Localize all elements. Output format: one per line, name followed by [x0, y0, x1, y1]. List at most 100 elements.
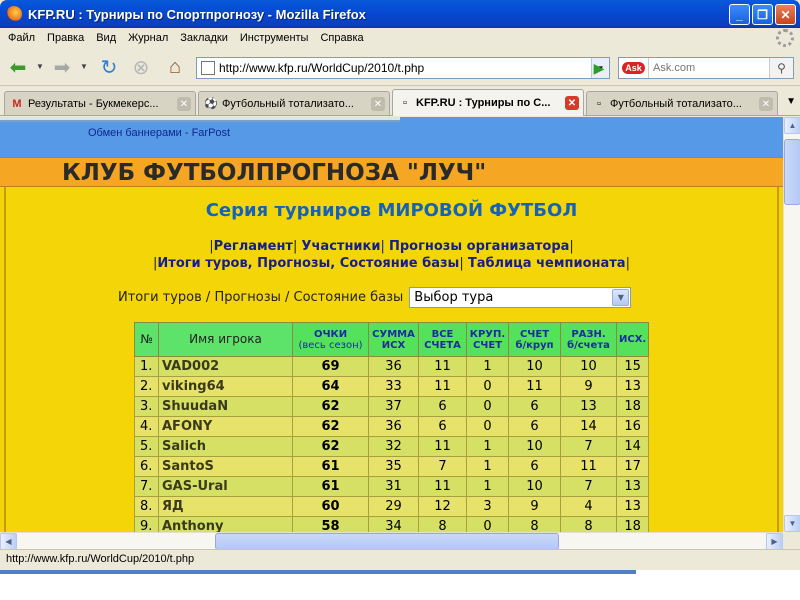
menu-tools[interactable]: Инструменты	[234, 32, 315, 44]
link-regulations[interactable]: Регламент	[214, 239, 293, 254]
tab-football-totalizator-1[interactable]: ⚽ Футбольный тотализато... ✕	[198, 91, 390, 115]
cell-score: 6	[508, 416, 561, 437]
menu-view[interactable]: Вид	[90, 32, 122, 44]
link-championship-table[interactable]: Таблица чемпионата	[468, 256, 626, 271]
horizontal-scroll-thumb[interactable]	[215, 533, 559, 550]
table-row: 8. ЯД 60 29 12 3 9 4 13	[134, 496, 650, 517]
scroll-down-icon[interactable]: ▼	[784, 515, 800, 532]
cell-big: 1	[466, 476, 509, 497]
cell-out: 13	[615, 376, 650, 397]
tab-close-icon[interactable]: ✕	[759, 97, 773, 111]
search-icon[interactable]: ⚲	[769, 58, 793, 78]
horizontal-scrollbar[interactable]: ◀ ▶	[0, 532, 783, 550]
vertical-scrollbar[interactable]: ▲ ▼	[783, 117, 800, 532]
cell-sum: 31	[368, 476, 419, 497]
link-round-results[interactable]: Итоги туров, Прогнозы, Состояние базы	[157, 256, 459, 271]
menu-bar: Файл Правка Вид Журнал Закладки Инструме…	[0, 28, 800, 48]
tab-close-icon[interactable]: ✕	[371, 97, 385, 111]
vertical-scroll-thumb[interactable]	[784, 139, 800, 205]
tab-football-totalizator-2[interactable]: ▫ Футбольный тотализато... ✕	[586, 91, 778, 115]
page-nav-links: |Регламент| Участники| Прогнозы организа…	[153, 239, 630, 271]
forward-dropdown-icon[interactable]: ▼	[80, 62, 88, 71]
cell-sum: 34	[368, 516, 419, 532]
round-select-row: Итоги туров / Прогнозы / Состояние базы …	[118, 287, 632, 308]
tab-bar: M Результаты - Букмекерс... ✕ ⚽ Футбольн…	[0, 86, 800, 116]
cell-big: 0	[466, 376, 509, 397]
cell-out: 13	[615, 496, 650, 517]
tab-list-icon[interactable]: ▼	[786, 96, 796, 107]
tab-close-icon[interactable]: ✕	[177, 97, 191, 111]
table-row: 6. SantoS 61 35 7 1 6 11 17	[134, 456, 650, 477]
col-all-l2: СЧЕТА	[424, 339, 461, 351]
cell-name: Salich	[158, 436, 293, 457]
banner-exchange-link[interactable]: Обмен баннерами - FarPost	[88, 127, 230, 139]
col-score-l2: б/круп	[515, 339, 554, 351]
navigation-toolbar: ⬅ ▼ ➡ ▼ ↻ ⊗ ⌂ ▼ ▶ Ask ⚲	[0, 48, 800, 86]
scroll-up-icon[interactable]: ▲	[784, 117, 800, 134]
cell-big: 0	[466, 516, 509, 532]
menu-file[interactable]: Файл	[2, 32, 41, 44]
menu-edit[interactable]: Правка	[41, 32, 90, 44]
close-button[interactable]: ✕	[775, 4, 796, 25]
back-arrow-icon[interactable]: ⬅	[4, 54, 32, 80]
maximize-button[interactable]: ❐	[752, 4, 773, 25]
scroll-right-icon[interactable]: ▶	[766, 533, 783, 550]
menu-history[interactable]: Журнал	[122, 32, 174, 44]
scroll-left-icon[interactable]: ◀	[0, 533, 17, 550]
status-text: http://www.kfp.ru/WorldCup/2010/t.php	[6, 553, 195, 565]
cell-score: 10	[508, 476, 561, 497]
col-diff-l1: РАЗН.	[571, 328, 606, 340]
chevron-down-icon[interactable]: ▼	[612, 289, 630, 306]
cell-n: 5.	[134, 436, 159, 457]
cell-name: Anthony	[158, 516, 293, 532]
col-points-label: ОЧКИ	[313, 328, 348, 340]
forward-arrow-icon[interactable]: ➡	[48, 54, 76, 80]
cell-score: 9	[508, 496, 561, 517]
taskbar-edge	[0, 570, 800, 600]
cell-all: 7	[418, 456, 467, 477]
cell-diff: 8	[560, 516, 617, 532]
menu-help[interactable]: Справка	[314, 32, 369, 44]
banner-strip: Обмен баннерами - FarPost	[0, 117, 783, 157]
cell-sum: 33	[368, 376, 419, 397]
tab-label: KFP.RU : Турниры по С...	[416, 97, 551, 109]
url-input[interactable]	[219, 61, 579, 75]
results-table: № Имя игрока ОЧКИ (весь сезон) СУММА ИСХ В…	[134, 322, 650, 532]
cell-big: 1	[466, 456, 509, 477]
round-select-value: Выбор тура	[414, 290, 494, 305]
cell-all: 6	[418, 416, 467, 437]
link-organizer-forecasts[interactable]: Прогнозы организатора	[389, 239, 569, 254]
window-title: KFP.RU : Турниры по Спортпрогнозу - Mozi…	[28, 6, 366, 22]
tab-close-icon[interactable]: ✕	[565, 96, 579, 110]
stop-icon[interactable]: ⊗	[128, 54, 154, 80]
ask-logo-icon: Ask	[622, 62, 645, 74]
round-select[interactable]: Выбор тура ▼	[409, 287, 632, 308]
cell-n: 2.	[134, 376, 159, 397]
search-engine-selector[interactable]: Ask	[619, 58, 649, 78]
cell-sum: 36	[368, 416, 419, 437]
cell-all: 6	[418, 396, 467, 417]
cell-out: 16	[615, 416, 650, 437]
cell-pts: 60	[292, 496, 369, 517]
back-dropdown-icon[interactable]: ▼	[36, 62, 44, 71]
firefox-icon	[6, 6, 22, 22]
cell-big: 1	[466, 436, 509, 457]
minimize-button[interactable]: _	[729, 4, 750, 25]
go-arrow-icon[interactable]: ▶	[588, 57, 610, 79]
tab-results[interactable]: M Результаты - Букмекерс... ✕	[4, 91, 196, 115]
cell-pts: 62	[292, 436, 369, 457]
link-participants[interactable]: Участники	[301, 239, 380, 254]
menu-bookmarks[interactable]: Закладки	[174, 32, 234, 44]
cell-out: 15	[615, 356, 650, 377]
cell-big: 0	[466, 416, 509, 437]
col-diff: РАЗН. б/счета	[560, 322, 617, 357]
cell-diff: 13	[560, 396, 617, 417]
cell-name: viking64	[158, 376, 293, 397]
reload-icon[interactable]: ↻	[96, 54, 122, 80]
cell-n: 9.	[134, 516, 159, 532]
search-input[interactable]	[653, 62, 771, 74]
tab-kfp[interactable]: ▫ KFP.RU : Турниры по С... ✕	[392, 89, 584, 116]
home-icon[interactable]: ⌂	[162, 54, 188, 80]
cell-pts: 61	[292, 476, 369, 497]
cell-diff: 10	[560, 356, 617, 377]
